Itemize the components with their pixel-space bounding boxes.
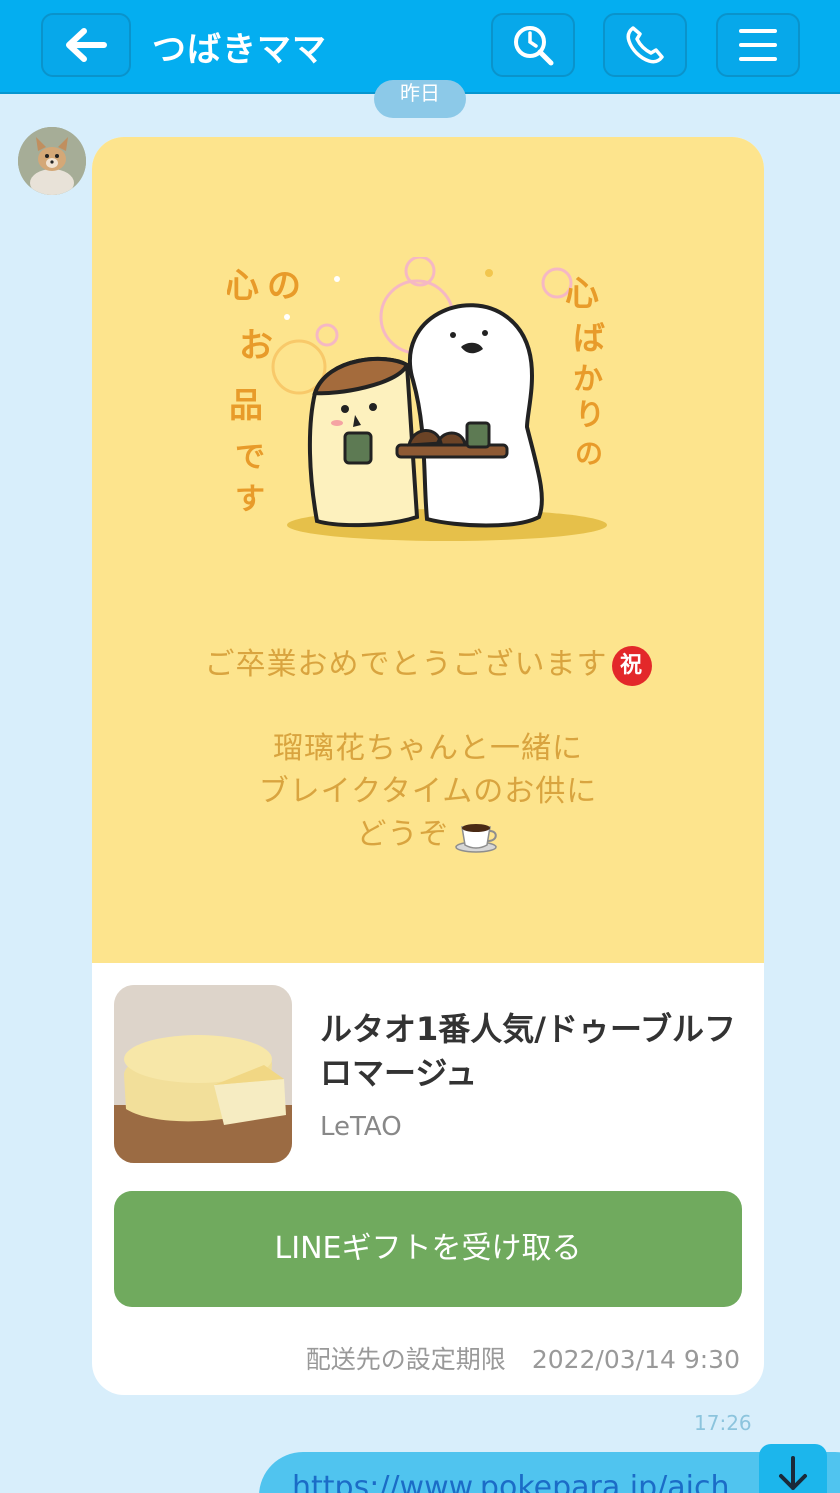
- deadline-label: 配送先の設定期限: [305, 1345, 506, 1374]
- message-time: 17:26: [694, 1411, 752, 1435]
- menu-button[interactable]: [716, 13, 800, 77]
- phone-icon: [626, 26, 664, 64]
- sticker-text-right-5: の: [575, 437, 603, 470]
- product-name[interactable]: ルタオ1番人気/ドゥーブルフロマージュ: [320, 1007, 740, 1095]
- celebrate-icon: 祝: [611, 645, 652, 686]
- gift-message-line4-wrap: どうぞ: [92, 813, 764, 856]
- gift-card-header: 心 の お 品 で す 心 ば か り の ご卒業おめでとうございます 祝 瑠璃…: [92, 137, 764, 963]
- sticker-text-right-4: り: [575, 398, 605, 433]
- sticker-text-left-2: の: [267, 266, 301, 306]
- date-divider: 昨日: [374, 80, 466, 118]
- avatar[interactable]: [18, 127, 86, 195]
- sticker-text-left-4: 品: [229, 386, 263, 426]
- sticker-text-right-3: か: [573, 362, 603, 397]
- back-arrow-icon: [66, 28, 107, 62]
- scroll-down-button[interactable]: [759, 1444, 827, 1493]
- menu-icon: [739, 29, 777, 61]
- coffee-icon: [454, 823, 497, 853]
- call-button[interactable]: [603, 13, 687, 77]
- sticker-text-left-5: で: [235, 440, 265, 475]
- gift-message-line2: 瑠璃花ちゃんと一緒に: [273, 731, 583, 766]
- delivery-deadline: 配送先の設定期限 2022/03/14 9:30: [306, 1340, 740, 1376]
- gift-message-text: ご卒業おめでとうございます: [204, 647, 608, 682]
- product-image[interactable]: [114, 985, 292, 1163]
- product-brand: LeTAO: [320, 1112, 402, 1142]
- gift-message-body: 瑠璃花ちゃんと一緒に ブレイクタイムのお供に どうぞ: [92, 727, 764, 856]
- receive-gift-button[interactable]: LINEギフトを受け取る: [114, 1191, 742, 1307]
- sticker-text-left: 心: [227, 266, 259, 306]
- gift-card[interactable]: 心 の お 品 で す 心 ば か り の ご卒業おめでとうございます 祝 瑠璃…: [92, 137, 764, 1395]
- gift-message-line4: どうぞ: [356, 817, 450, 852]
- sticker-text-right-2: ば: [573, 319, 605, 357]
- gift-sticker-illustration: 心 の お 品 で す 心 ば か り の: [227, 257, 607, 541]
- chat-title: つばきママ: [152, 30, 327, 70]
- search-button[interactable]: [491, 13, 575, 77]
- sticker-text-right: 心: [565, 274, 599, 314]
- deadline-value: 2022/03/14 9:30: [531, 1345, 740, 1374]
- search-icon: [514, 26, 554, 66]
- gift-message-line3: ブレイクタイムのお供に: [258, 774, 598, 809]
- scroll-down-icon: [779, 1456, 807, 1490]
- sticker-text-left-3: お: [239, 326, 273, 366]
- sticker-text-left-6: す: [235, 482, 265, 517]
- gift-message-line1: ご卒業おめでとうございます祝: [92, 639, 764, 686]
- outgoing-message-bubble[interactable]: https://www.pokepara.jp/aich: [259, 1452, 840, 1493]
- back-button[interactable]: [41, 13, 131, 77]
- outgoing-message-link[interactable]: https://www.pokepara.jp/aich: [292, 1470, 729, 1493]
